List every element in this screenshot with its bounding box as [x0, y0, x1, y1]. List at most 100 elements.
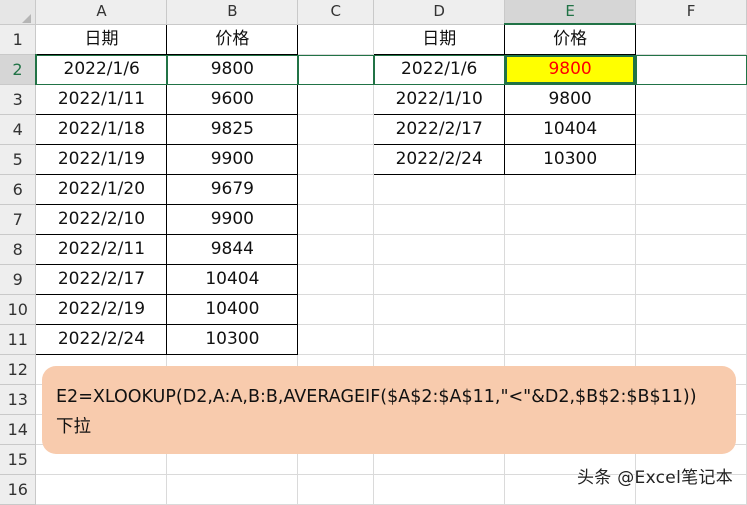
cell-c[interactable] [297, 144, 375, 175]
cell-e[interactable]: 9800 [504, 84, 637, 115]
row-header[interactable]: 16 [0, 474, 37, 505]
column-header-d[interactable]: D [373, 0, 506, 25]
cell-b[interactable]: 9825 [166, 114, 299, 145]
sheet-row: 10 2022/2/19 10400 [0, 294, 747, 325]
cell-e[interactable] [504, 204, 637, 235]
cell-a[interactable]: 2022/1/19 [35, 144, 168, 175]
row-header[interactable]: 6 [0, 174, 37, 205]
cell-b[interactable]: 10400 [166, 294, 299, 325]
cell-f[interactable] [635, 84, 747, 115]
column-header-e[interactable]: E [504, 0, 637, 25]
cell-b[interactable]: 9679 [166, 174, 299, 205]
row-header[interactable]: 7 [0, 204, 37, 235]
cell-a[interactable]: 2022/2/19 [35, 294, 168, 325]
cell-c[interactable] [297, 324, 375, 355]
cell-d[interactable]: 2022/2/17 [373, 114, 506, 145]
row-header[interactable]: 3 [0, 84, 37, 115]
cell-b[interactable]: 9900 [166, 204, 299, 235]
cell-f[interactable] [635, 144, 747, 175]
sheet-row: 2 2022/1/6 9800 2022/1/6 9800 [0, 54, 747, 85]
row-header[interactable]: 5 [0, 144, 37, 175]
cell-a[interactable]: 2022/1/11 [35, 84, 168, 115]
row-header[interactable]: 15 [0, 444, 37, 475]
cell-f[interactable] [635, 264, 747, 295]
cell-d[interactable]: 2022/2/24 [373, 144, 506, 175]
cell-e[interactable] [504, 174, 637, 205]
cell-d[interactable]: 2022/1/10 [373, 84, 506, 115]
cell-e[interactable] [504, 264, 637, 295]
cell-f[interactable] [635, 54, 747, 85]
cell-e[interactable] [504, 324, 637, 355]
cell-c[interactable] [297, 174, 375, 205]
cell-b[interactable]: 9844 [166, 234, 299, 265]
select-all-corner[interactable] [0, 0, 37, 25]
cell-e[interactable] [504, 294, 637, 325]
cell-c[interactable] [297, 474, 375, 505]
cell-b[interactable]: 9800 [166, 54, 299, 85]
cell-c[interactable] [297, 114, 375, 145]
row-header[interactable]: 1 [0, 24, 37, 55]
row-header[interactable]: 11 [0, 324, 37, 355]
cell-d[interactable] [373, 294, 506, 325]
row-header[interactable]: 8 [0, 234, 37, 265]
cell-d[interactable]: 日期 [373, 23, 506, 55]
cell-f[interactable] [635, 174, 747, 205]
cell-a[interactable]: 2022/2/10 [35, 204, 168, 235]
cell-a[interactable]: 2022/2/17 [35, 264, 168, 295]
cell-a[interactable] [35, 474, 168, 505]
cell-d[interactable] [373, 474, 506, 505]
cell-a[interactable]: 2022/1/20 [35, 174, 168, 205]
cell-b[interactable] [166, 474, 299, 505]
cell-e[interactable]: 10404 [504, 114, 637, 145]
cell-d[interactable]: 2022/1/6 [373, 54, 506, 85]
column-header-c[interactable]: C [297, 0, 375, 25]
row-header[interactable]: 9 [0, 264, 37, 295]
cell-d[interactable] [373, 264, 506, 295]
cell-f[interactable] [635, 294, 747, 325]
column-header-a[interactable]: A [35, 0, 168, 25]
cell-e[interactable]: 10300 [504, 144, 637, 175]
cell-b[interactable]: 10300 [166, 324, 299, 355]
cell-c[interactable] [297, 204, 375, 235]
cell-e[interactable]: 价格 [504, 23, 637, 55]
cell-b[interactable]: 10404 [166, 264, 299, 295]
cell-a[interactable]: 日期 [35, 23, 168, 55]
cell-d[interactable] [373, 324, 506, 355]
cell-f[interactable] [635, 234, 747, 265]
select-all-triangle-icon [22, 14, 32, 23]
sheet-row: 1 日期 价格 日期 价格 [0, 23, 747, 55]
cell-b[interactable]: 9600 [166, 84, 299, 115]
cell-d[interactable] [373, 204, 506, 235]
formula-callout: E2=XLOOKUP(D2,A:A,B:B,AVERAGEIF($A$2:$A$… [42, 366, 736, 454]
sheet-row: 9 2022/2/17 10404 [0, 264, 747, 295]
row-header[interactable]: 13 [0, 384, 37, 415]
row-header[interactable]: 12 [0, 354, 37, 385]
cell-d[interactable] [373, 234, 506, 265]
cell-f[interactable] [635, 24, 747, 55]
cell-f[interactable] [635, 324, 747, 355]
cell-e2-active[interactable]: 9800 [504, 54, 637, 85]
cell-a[interactable]: 2022/1/18 [35, 114, 168, 145]
cell-a[interactable]: 2022/1/6 [35, 54, 168, 85]
cell-a[interactable]: 2022/2/11 [35, 234, 168, 265]
cell-f[interactable] [635, 204, 747, 235]
row-header[interactable]: 2 [0, 54, 37, 85]
cell-b[interactable]: 价格 [166, 23, 299, 55]
callout-formula-text: E2=XLOOKUP(D2,A:A,B:B,AVERAGEIF($A$2:$A$… [56, 387, 697, 407]
cell-c[interactable] [297, 294, 375, 325]
column-header-b[interactable]: B [166, 0, 299, 25]
cell-f[interactable] [635, 114, 747, 145]
row-header[interactable]: 10 [0, 294, 37, 325]
cell-c[interactable] [297, 24, 375, 55]
cell-b[interactable]: 9900 [166, 144, 299, 175]
cell-d[interactable] [373, 174, 506, 205]
cell-c[interactable] [297, 54, 375, 85]
column-header-f[interactable]: F [635, 0, 747, 25]
cell-c[interactable] [297, 84, 375, 115]
row-header[interactable]: 4 [0, 114, 37, 145]
row-header[interactable]: 14 [0, 414, 37, 445]
cell-a[interactable]: 2022/2/24 [35, 324, 168, 355]
cell-c[interactable] [297, 264, 375, 295]
cell-e[interactable] [504, 234, 637, 265]
cell-c[interactable] [297, 234, 375, 265]
